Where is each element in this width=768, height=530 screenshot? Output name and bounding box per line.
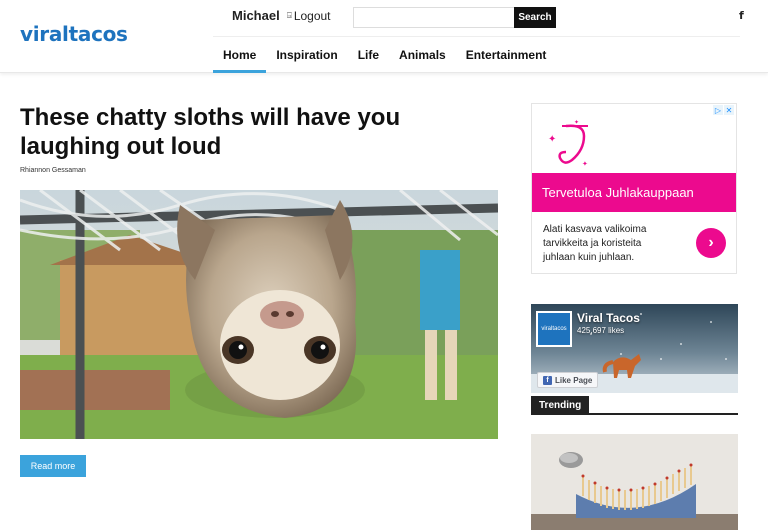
article-author[interactable]: Rhiannon Gessaman [20, 167, 86, 174]
search-input[interactable] [353, 7, 515, 28]
nav-item-home[interactable]: Home [213, 37, 267, 73]
ad-brand-logo: ✦ ✦ ✦ [548, 119, 588, 168]
nav-item-inspiration[interactable]: Inspiration [266, 37, 347, 73]
user-name[interactable]: Michael [232, 8, 280, 23]
trending-heading: Trending [531, 396, 590, 415]
facebook-icon: f [543, 375, 552, 385]
nav-item-entertainment[interactable]: Entertainment [456, 37, 557, 73]
site-header: viraltacos Michael ⍈ Logout Search f Hom… [0, 0, 768, 73]
fb-page-name[interactable]: Viral Tacos [577, 311, 640, 325]
like-page-label: Like Page [555, 375, 593, 385]
like-page-button[interactable]: f Like Page [537, 372, 599, 388]
logout-icon: ⍈ [287, 11, 292, 20]
read-more-button[interactable]: Read more [20, 455, 86, 477]
ad-info-icon[interactable]: ▷ [713, 105, 723, 115]
nav-item-animals[interactable]: Animals [389, 37, 456, 73]
sidebar-ad[interactable]: ▷ ✕ ✦ ✦ ✦ Tervetuloa Juhlakauppaan Alati… [531, 103, 737, 274]
logout-label: Logout [293, 9, 331, 23]
avatar[interactable]: viraltacos [536, 311, 572, 347]
search-button[interactable]: Search [514, 7, 556, 28]
article-title[interactable]: These chatty sloths will have you laughi… [20, 103, 500, 161]
facebook-icon[interactable]: f [739, 9, 744, 22]
trending-thumbnail[interactable] [531, 434, 738, 530]
nav-item-life[interactable]: Life [348, 37, 389, 73]
close-icon[interactable]: ✕ [724, 105, 734, 115]
ad-headline[interactable]: Tervetuloa Juhlakauppaan [532, 173, 736, 212]
main-nav: Home Inspiration Life Animals Entertainm… [213, 37, 556, 73]
article-hero-image[interactable] [20, 190, 498, 439]
svg-text:✦: ✦ [574, 119, 579, 126]
ad-body: Alati kasvava valikoima tarvikkeita ja k… [543, 224, 647, 263]
svg-text:✦: ✦ [582, 160, 588, 168]
chevron-right-icon[interactable]: › [696, 228, 726, 258]
svg-text:✦: ✦ [548, 134, 556, 145]
ad-choices[interactable]: ▷ ✕ [713, 105, 734, 115]
logout-link[interactable]: ⍈ Logout [287, 9, 331, 23]
facebook-page-widget[interactable]: viraltacos Viral Tacos 425,697 likes f L… [531, 304, 738, 393]
fb-like-count: 425,697 likes [577, 326, 625, 335]
site-logo[interactable]: viraltacos [20, 22, 128, 46]
